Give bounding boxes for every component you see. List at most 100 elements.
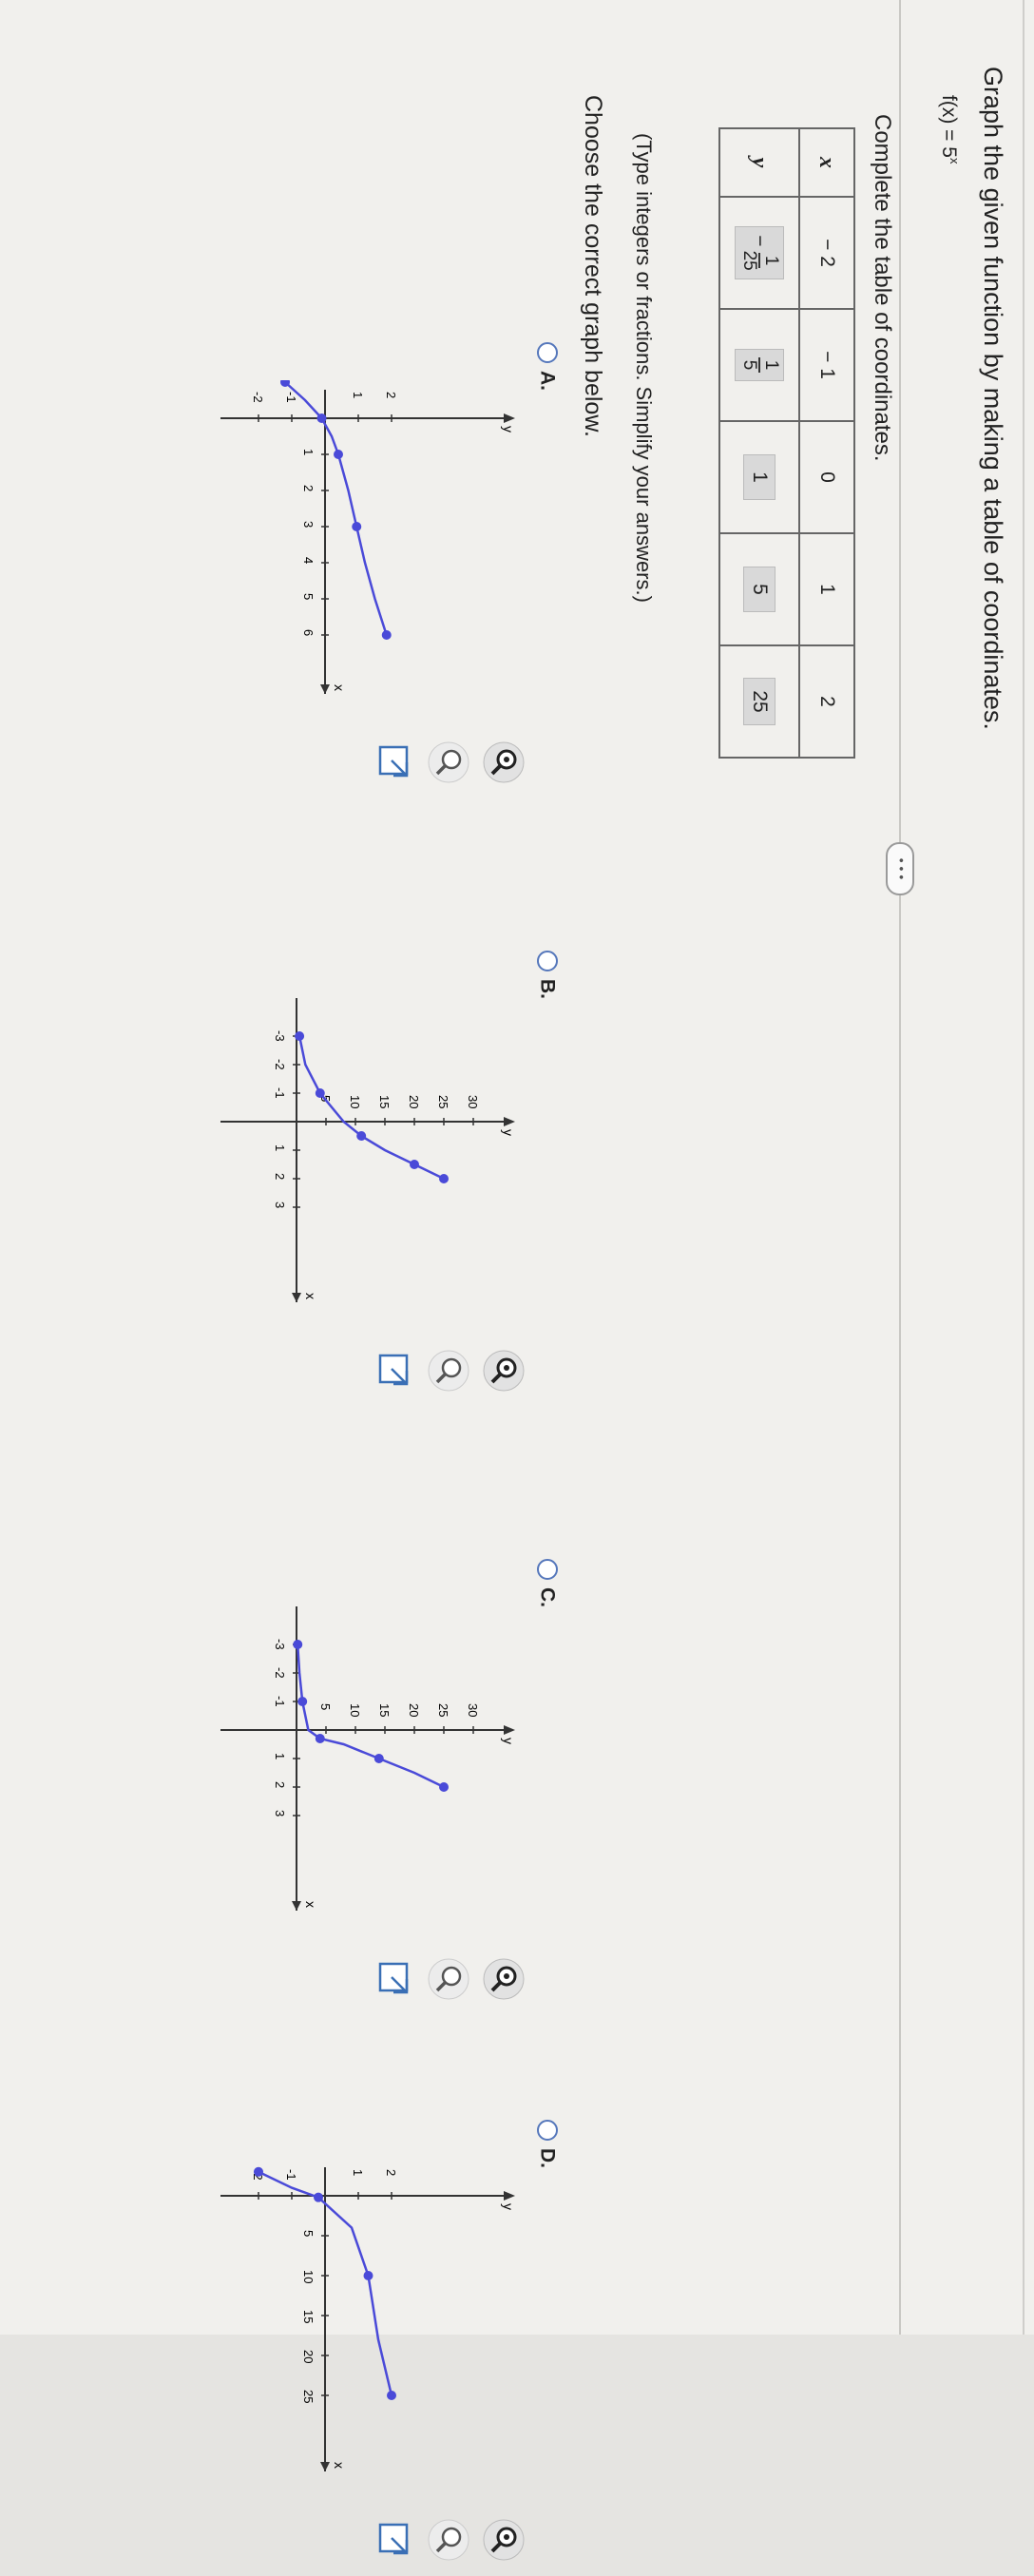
x-tick-label: 6 xyxy=(301,629,316,636)
curve-point xyxy=(439,1174,449,1183)
y-tick-label: 20 xyxy=(407,1095,421,1108)
curve-point xyxy=(410,1160,419,1169)
fraction: 1 5 xyxy=(738,356,781,374)
y-axis-arrow xyxy=(504,1725,515,1735)
curve-point xyxy=(315,1088,325,1098)
x-tick-label: 25 xyxy=(301,2390,316,2403)
zoom-out-icon[interactable] xyxy=(428,1350,469,1392)
y-cell: 5 xyxy=(719,533,799,645)
x-axis-arrow xyxy=(320,2462,330,2471)
y-tick-label: 30 xyxy=(466,1095,480,1108)
x-tick-label: -2 xyxy=(273,1059,287,1070)
y-tick-label: 1 xyxy=(351,2169,365,2176)
x-tick-label: 15 xyxy=(301,2310,316,2323)
curve-point xyxy=(293,1640,303,1649)
x-header: x xyxy=(799,128,854,197)
new-window-icon[interactable] xyxy=(373,741,414,783)
curve-point xyxy=(315,1734,325,1743)
curve-point xyxy=(297,1697,308,1706)
curve-point xyxy=(254,2166,263,2177)
radio-button[interactable] xyxy=(536,1559,558,1580)
stage: Graph the given function by making a tab… xyxy=(0,0,1034,2561)
x-tick-label: 1 xyxy=(301,449,316,455)
function-base: f(x) = 5 xyxy=(938,95,960,158)
x-axis-arrow xyxy=(292,1901,301,1911)
radio-button[interactable] xyxy=(536,951,558,971)
x-tick-label: -3 xyxy=(273,1030,287,1042)
x-tick-label: -3 xyxy=(273,1639,287,1650)
y-tick-label: 5 xyxy=(318,1703,333,1710)
answer-box[interactable]: 1 5 xyxy=(735,348,784,382)
option-letter: A. xyxy=(536,371,559,391)
x-cell: 0 xyxy=(799,421,854,533)
y-axis-arrow xyxy=(504,413,515,423)
coordinates-table: x − 2 − 1 0 1 2 y − 1 25 1 5 1 5 25 xyxy=(718,127,855,759)
new-window-icon[interactable] xyxy=(373,1958,414,2000)
numerator: 1 xyxy=(758,252,781,269)
x-tick-label: 5 xyxy=(301,593,316,600)
graph-thumbnail[interactable]: xy12345621-1-2 xyxy=(211,380,525,703)
y-axis-label: y xyxy=(501,1129,516,1136)
x-cell: 2 xyxy=(799,645,854,758)
zoom-in-icon[interactable] xyxy=(483,741,525,783)
x-tick-label: 3 xyxy=(273,1810,287,1817)
graph-thumbnail[interactable]: xy-3-2-112330252015105 xyxy=(211,1597,525,1920)
graph-tools xyxy=(359,741,525,798)
answer-box[interactable]: 5 xyxy=(743,567,776,612)
y-tick-label: 25 xyxy=(436,1703,450,1717)
y-tick-label: 2 xyxy=(384,392,398,398)
radio-button[interactable] xyxy=(536,2120,558,2141)
table-prompt: Complete the table of coordinates. xyxy=(870,114,895,462)
question-instruction: Graph the given function by making a tab… xyxy=(979,67,1007,730)
x-tick-label: 2 xyxy=(301,485,316,491)
curve-point xyxy=(381,630,392,640)
more-button[interactable]: • • • xyxy=(886,842,914,895)
zoom-in-icon[interactable] xyxy=(483,2519,525,2561)
x-tick-label: 2 xyxy=(273,1781,287,1788)
radio-button[interactable] xyxy=(536,342,558,363)
graph-tools xyxy=(359,1958,525,2015)
zoom-out-icon[interactable] xyxy=(428,1958,469,2000)
option-head[interactable]: D. xyxy=(536,2120,559,2168)
x-axis-arrow xyxy=(320,684,330,694)
new-window-icon[interactable] xyxy=(373,2519,414,2561)
graph-tools xyxy=(359,2519,525,2576)
option-letter: B. xyxy=(536,979,559,999)
y-cell: 25 xyxy=(719,645,799,758)
graph-thumbnail[interactable]: xy-3-2-112330252015105 xyxy=(211,989,525,1312)
x-axis-label: x xyxy=(332,684,347,691)
y-axis-label: y xyxy=(501,2203,516,2210)
function-expression: f(x) = 5x xyxy=(937,95,962,163)
zoom-out-icon[interactable] xyxy=(428,741,469,783)
y-tick-label: 2 xyxy=(384,2169,398,2176)
numerator: 1 xyxy=(758,356,781,374)
y-tick-label: -2 xyxy=(251,392,265,403)
x-tick-label: 4 xyxy=(301,557,316,564)
y-tick-label: 15 xyxy=(377,1095,392,1108)
zoom-out-icon[interactable] xyxy=(428,2519,469,2561)
denominator: 25 xyxy=(739,250,759,271)
zoom-in-icon[interactable] xyxy=(483,1350,525,1392)
y-tick-label: 25 xyxy=(436,1095,450,1108)
y-header: y xyxy=(719,128,799,197)
curve-point xyxy=(387,2391,396,2400)
graph-thumbnail[interactable]: xy51015202521-1-2 xyxy=(211,2158,525,2481)
curve-point xyxy=(363,2271,373,2280)
option-head[interactable]: C. xyxy=(536,1559,559,1607)
option-letter: D. xyxy=(536,2148,559,2168)
answer-box[interactable]: − 1 25 xyxy=(735,226,784,279)
y-tick-label: -1 xyxy=(284,2169,298,2181)
option-head[interactable]: A. xyxy=(536,342,559,391)
section-divider xyxy=(899,0,901,2335)
answer-box[interactable]: 25 xyxy=(743,678,776,725)
x-tick-label: 10 xyxy=(301,2270,316,2283)
curve-point xyxy=(352,522,362,531)
x-tick-label: 1 xyxy=(273,1144,287,1151)
zoom-in-icon[interactable] xyxy=(483,1958,525,2000)
answer-box[interactable]: 1 xyxy=(743,454,776,500)
option-head[interactable]: B. xyxy=(536,951,559,999)
new-window-icon[interactable] xyxy=(373,1350,414,1392)
y-axis-label: y xyxy=(501,1738,516,1744)
x-tick-label: 3 xyxy=(301,521,316,528)
function-exponent: x xyxy=(948,157,962,164)
